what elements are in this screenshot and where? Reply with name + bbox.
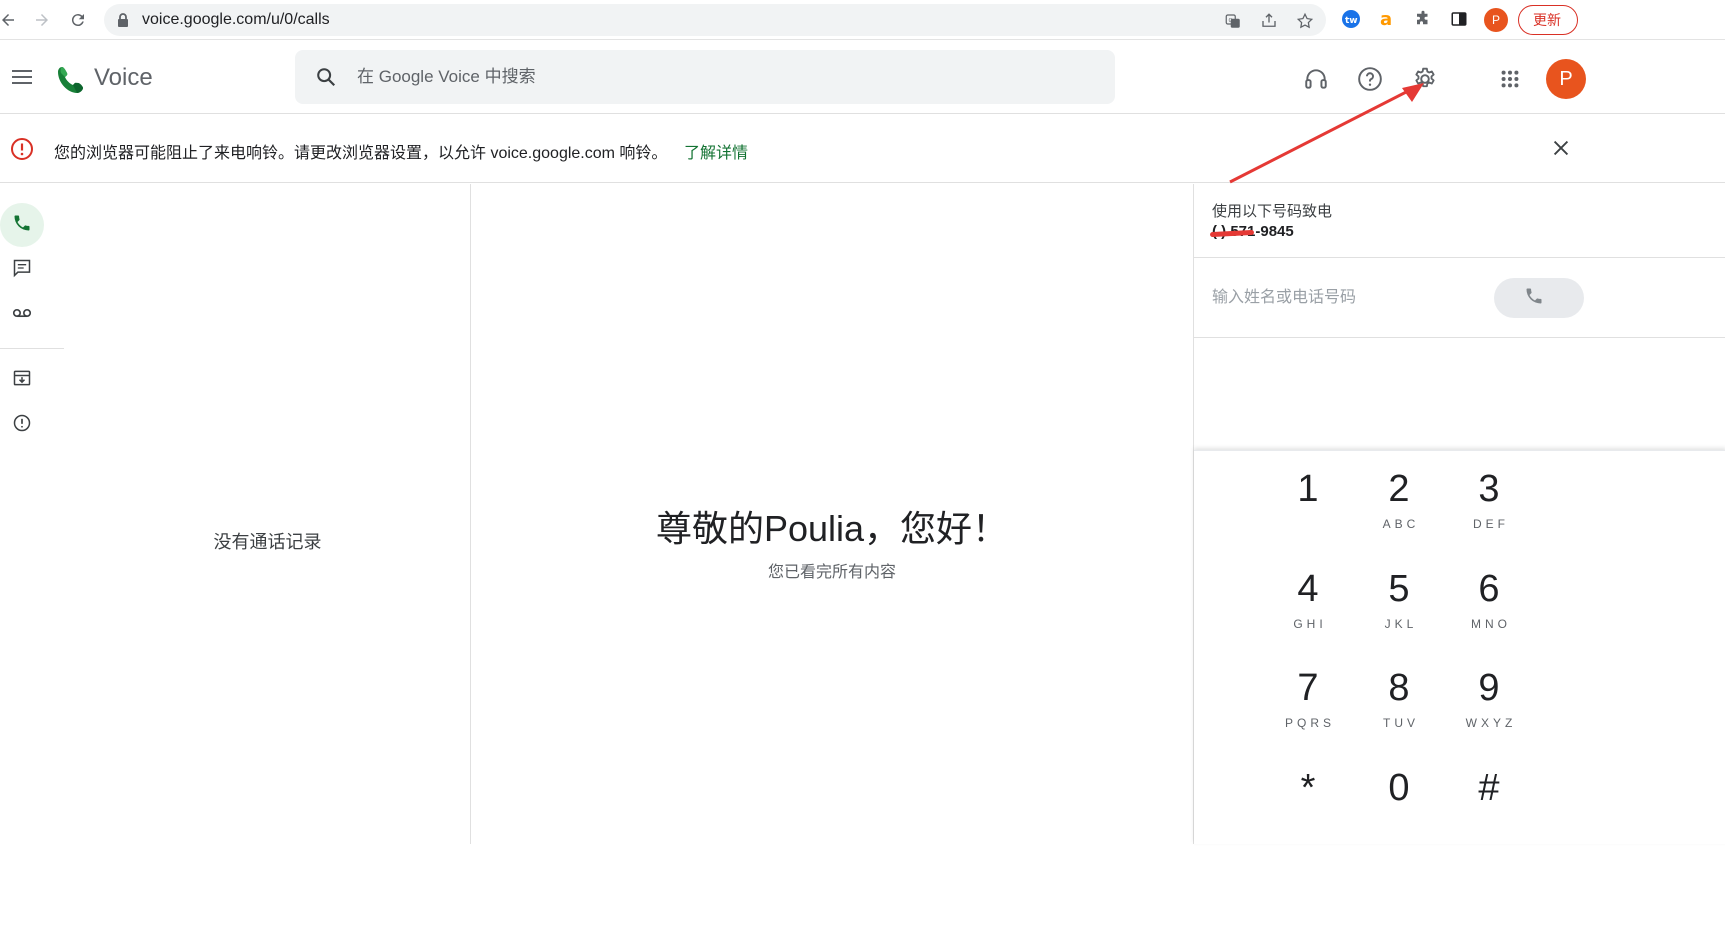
keypad-key[interactable]: 6 MNO xyxy=(1444,551,1534,641)
side-navigation xyxy=(0,184,64,844)
keypad-letters: JKL xyxy=(1384,617,1418,631)
greeting-heading: 尊敬的Poulia，您好！ xyxy=(655,508,1009,549)
keypad-digit: 0 xyxy=(1388,767,1410,809)
empty-call-history-text: 没有通话记录 xyxy=(213,532,322,552)
learn-more-link[interactable]: 了解详情 xyxy=(684,139,748,163)
voicemail-icon xyxy=(11,302,33,329)
back-icon[interactable] xyxy=(0,6,22,34)
keypad-key[interactable]: 7 PQRS xyxy=(1263,650,1353,740)
dial-input-row xyxy=(1194,259,1725,338)
keypad-letters: TUV xyxy=(1383,716,1419,730)
bookmark-star-icon[interactable] xyxy=(1294,10,1316,32)
update-button[interactable]: 更新 xyxy=(1518,5,1578,35)
app-title: Voice xyxy=(94,64,153,91)
phone-icon xyxy=(1524,286,1544,311)
apps-grid-icon[interactable] xyxy=(1496,65,1524,93)
dialer-panel: 使用以下号码致电 ( ) 571-9845 1 2 ABC 3 DEF 4 GHI 5 JKL 6… xyxy=(1193,184,1725,844)
extension-amazon-icon[interactable]: a xyxy=(1376,8,1398,30)
nav-archive[interactable] xyxy=(0,358,44,402)
extension-tw-icon[interactable]: tw xyxy=(1340,8,1362,30)
keypad-key[interactable]: 9 WXYZ xyxy=(1444,650,1534,740)
keypad-digit: 7 xyxy=(1297,667,1319,709)
keypad-digit: 2 xyxy=(1388,468,1410,510)
ringing-warning-banner: 您的浏览器可能阻止了来电响铃。请更改浏览器设置，以允许 voice.google… xyxy=(0,115,1725,183)
browser-toolbar: voice.google.com/u/0/calls G tw a P 更新 xyxy=(0,0,1725,40)
keypad-digit: 5 xyxy=(1388,568,1410,610)
reload-icon[interactable] xyxy=(64,6,92,34)
side-panel-icon[interactable] xyxy=(1448,8,1470,30)
keypad-digit: 1 xyxy=(1297,468,1319,510)
banner-message: 您的浏览器可能阻止了来电响铃。请更改浏览器设置，以允许 voice.google… xyxy=(54,145,668,162)
keypad-digit: 3 xyxy=(1478,468,1500,510)
nav-divider xyxy=(0,348,64,349)
close-banner-icon[interactable] xyxy=(1550,137,1572,164)
keypad-key[interactable]: 1 xyxy=(1263,451,1353,541)
keypad-key[interactable]: # xyxy=(1444,750,1534,840)
keypad-key[interactable]: 0 xyxy=(1354,750,1444,840)
lock-icon xyxy=(116,12,130,33)
main-content: 尊敬的Poulia，您好！ 您已看完所有内容 xyxy=(472,184,1192,844)
keypad-key[interactable]: 2 ABC xyxy=(1354,451,1444,541)
nav-spam[interactable] xyxy=(0,403,44,447)
browser-profile-avatar[interactable]: P xyxy=(1484,8,1508,32)
svg-text:tw: tw xyxy=(1345,16,1358,26)
keypad-letters: WXYZ xyxy=(1465,716,1517,730)
url-text: voice.google.com/u/0/calls xyxy=(142,11,330,28)
keypad-letters: PQRS xyxy=(1284,716,1335,730)
phone-icon xyxy=(12,213,32,238)
address-bar[interactable]: voice.google.com/u/0/calls G xyxy=(104,4,1326,36)
extensions-puzzle-icon[interactable] xyxy=(1412,8,1434,30)
share-icon[interactable] xyxy=(1258,10,1280,32)
keypad-digit: * xyxy=(1300,767,1316,809)
keypad-key[interactable]: 3 DEF xyxy=(1444,451,1534,541)
keypad-letters: GHI xyxy=(1293,617,1327,631)
keypad-digit: 8 xyxy=(1388,667,1410,709)
nav-voicemail[interactable] xyxy=(0,293,44,337)
keypad-letters: ABC xyxy=(1382,517,1420,531)
keypad-letters: DEF xyxy=(1473,517,1509,531)
name-or-number-input[interactable] xyxy=(1212,283,1482,313)
keypad-digit: 4 xyxy=(1297,568,1319,610)
spam-report-icon xyxy=(12,413,32,438)
keypad-key[interactable]: 5 JKL xyxy=(1354,551,1444,641)
nav-calls[interactable] xyxy=(0,203,44,247)
keypad-digit: # xyxy=(1478,767,1500,809)
hamburger-menu-icon[interactable] xyxy=(10,65,34,94)
account-avatar[interactable]: P xyxy=(1546,59,1586,99)
error-alert-icon xyxy=(10,137,34,166)
search-input[interactable] xyxy=(357,62,1097,92)
search-bar[interactable] xyxy=(295,50,1115,104)
translate-icon[interactable]: G xyxy=(1222,10,1244,32)
keypad-digit: 6 xyxy=(1478,568,1500,610)
archive-icon xyxy=(12,368,32,393)
keypad-key[interactable]: * xyxy=(1263,750,1353,840)
app-header: Voice P xyxy=(0,41,1725,114)
forward-icon[interactable] xyxy=(28,6,56,34)
message-icon xyxy=(12,258,32,283)
search-icon[interactable] xyxy=(315,66,337,93)
call-history-panel: 没有通话记录 xyxy=(64,184,471,844)
google-voice-logo-icon xyxy=(56,63,88,100)
calling-from-label: 使用以下号码致电 xyxy=(1212,203,1333,220)
svg-text:G: G xyxy=(1229,18,1233,24)
calling-from-block: 使用以下号码致电 ( ) 571-9845 xyxy=(1194,184,1725,258)
keypad-digit: 9 xyxy=(1478,667,1500,709)
all-caught-up-text: 您已看完所有内容 xyxy=(767,564,896,581)
keypad-key[interactable]: 4 GHI xyxy=(1263,551,1353,641)
keypad-key[interactable]: 8 TUV xyxy=(1354,650,1444,740)
nav-messages[interactable] xyxy=(0,248,44,292)
call-button[interactable] xyxy=(1494,278,1584,318)
dial-keypad: 1 2 ABC 3 DEF 4 GHI 5 JKL 6 MNO 7 PQRS 8 TUV 9 WXYZ * 0 # xyxy=(1194,450,1725,844)
keypad-letters: MNO xyxy=(1471,617,1511,631)
svg-text:a: a xyxy=(1380,9,1392,29)
annotation-arrow xyxy=(1229,83,1424,184)
